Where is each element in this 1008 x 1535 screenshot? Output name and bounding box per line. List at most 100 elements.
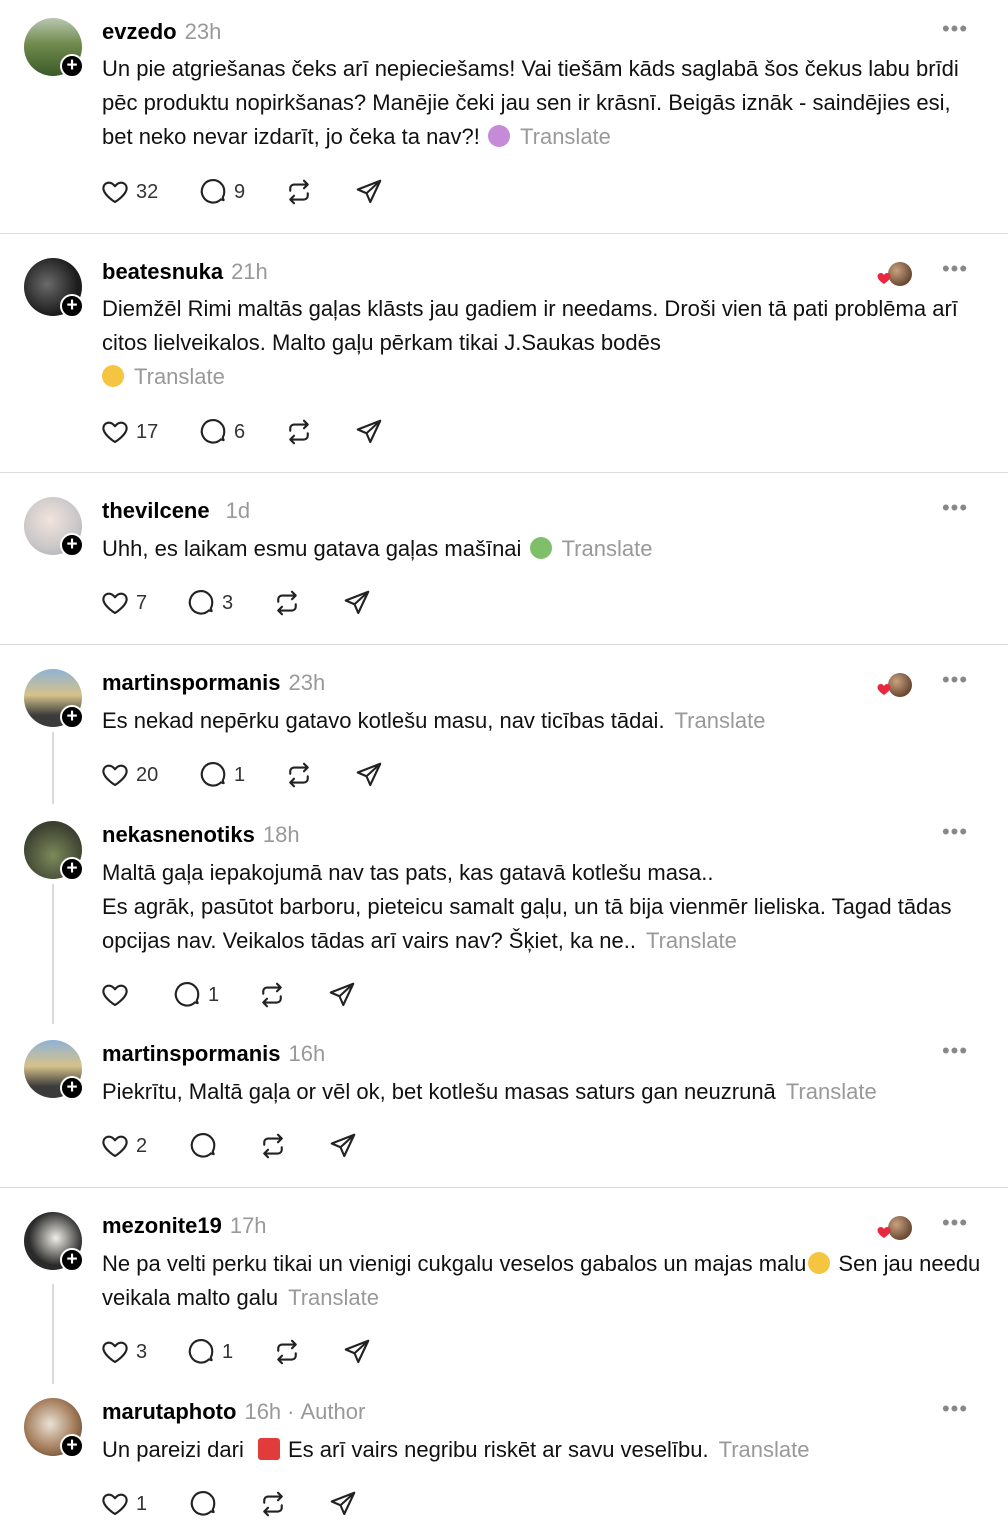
reply-button[interactable] bbox=[188, 1488, 224, 1520]
liked-by-author-indicator bbox=[874, 673, 914, 701]
translate-link[interactable]: Translate bbox=[786, 1079, 877, 1104]
repost-icon bbox=[277, 1339, 297, 1365]
reply-count: 6 bbox=[234, 420, 246, 443]
post-martinspormanis: + martinspormanis 23h ••• Es nekad nepērk… bbox=[0, 651, 1008, 801]
timestamp[interactable]: 16h bbox=[289, 1041, 326, 1066]
like-count: 20 bbox=[136, 763, 159, 786]
reply-button[interactable]: 9 bbox=[198, 176, 245, 208]
repost-button[interactable] bbox=[284, 759, 314, 791]
send-icon bbox=[330, 1491, 356, 1516]
username[interactable]: marutaphoto bbox=[102, 1399, 236, 1424]
reply-button[interactable]: 1 bbox=[172, 979, 219, 1011]
avatar[interactable]: + bbox=[24, 497, 84, 557]
like-button[interactable]: 3 bbox=[100, 1336, 147, 1368]
avatar[interactable]: + bbox=[24, 669, 84, 729]
username[interactable]: martinspormanis bbox=[102, 1041, 281, 1066]
avatar[interactable]: + bbox=[24, 821, 84, 881]
translate-link[interactable]: Translate bbox=[562, 536, 653, 561]
comment-icon bbox=[200, 762, 226, 787]
follow-plus-icon[interactable]: + bbox=[60, 1248, 84, 1272]
send-icon bbox=[330, 1133, 356, 1158]
username[interactable]: beatesnuka bbox=[102, 259, 223, 284]
timestamp[interactable]: 18h bbox=[263, 822, 300, 847]
reply-button[interactable] bbox=[188, 1130, 224, 1162]
like-button[interactable]: 32 bbox=[100, 176, 158, 208]
person-shrugging-emoji-icon bbox=[488, 125, 511, 147]
repost-button[interactable] bbox=[257, 979, 287, 1011]
like-button[interactable]: 20 bbox=[100, 759, 158, 791]
avatar[interactable]: + bbox=[24, 1398, 84, 1458]
username[interactable]: nekasnenotiks bbox=[102, 822, 255, 847]
translate-link[interactable]: Translate bbox=[134, 364, 225, 389]
translate-link[interactable]: Translate bbox=[520, 124, 611, 149]
repost-button[interactable] bbox=[272, 1336, 302, 1368]
username[interactable]: thevilcene bbox=[102, 498, 210, 523]
avatar[interactable]: + bbox=[24, 1040, 84, 1100]
repost-button[interactable] bbox=[272, 587, 302, 619]
divider bbox=[0, 644, 1008, 645]
follow-plus-icon[interactable]: + bbox=[60, 1434, 84, 1458]
follow-plus-icon[interactable]: + bbox=[60, 533, 84, 557]
more-options-icon[interactable]: ••• bbox=[938, 1040, 972, 1068]
more-options-icon[interactable]: ••• bbox=[938, 18, 972, 46]
timestamp[interactable]: 16h bbox=[244, 1399, 281, 1424]
follow-plus-icon[interactable]: + bbox=[60, 54, 84, 78]
username[interactable]: martinspormanis bbox=[102, 670, 281, 695]
repost-button[interactable] bbox=[284, 416, 314, 448]
reply-button[interactable]: 1 bbox=[186, 1336, 233, 1368]
share-button[interactable] bbox=[354, 759, 384, 791]
translate-link[interactable]: Translate bbox=[719, 1437, 810, 1462]
translate-link[interactable]: Translate bbox=[675, 708, 766, 733]
send-icon bbox=[356, 179, 382, 204]
reply-button[interactable]: 6 bbox=[198, 416, 245, 448]
username[interactable]: mezonite19 bbox=[102, 1213, 222, 1238]
avatar[interactable]: + bbox=[24, 18, 84, 78]
like-button[interactable]: 7 bbox=[100, 587, 147, 619]
reply-button[interactable]: 3 bbox=[186, 587, 233, 619]
share-button[interactable] bbox=[327, 979, 357, 1011]
follow-plus-icon[interactable]: + bbox=[60, 1076, 84, 1100]
more-options-icon[interactable]: ••• bbox=[938, 821, 972, 849]
repost-icon bbox=[263, 1491, 283, 1517]
timestamp[interactable]: 17h bbox=[230, 1213, 267, 1238]
post-martinspormanis-reply: + martinspormanis 16h ••• Piekrītu, Maltā… bbox=[0, 1022, 1008, 1188]
share-button[interactable] bbox=[342, 587, 372, 619]
like-button[interactable]: 17 bbox=[100, 416, 158, 448]
post-text: Diemžēl Rimi maltās gaļas klāsts jau gad… bbox=[102, 296, 958, 389]
timestamp[interactable]: 23h bbox=[185, 19, 222, 44]
follow-plus-icon[interactable]: + bbox=[60, 294, 84, 318]
share-button[interactable] bbox=[328, 1488, 358, 1520]
like-button[interactable] bbox=[100, 979, 136, 1011]
reply-button[interactable]: 1 bbox=[198, 759, 245, 791]
more-options-icon[interactable]: ••• bbox=[938, 258, 972, 286]
share-button[interactable] bbox=[342, 1336, 372, 1368]
more-options-icon[interactable]: ••• bbox=[938, 497, 972, 525]
repost-button[interactable] bbox=[284, 176, 314, 208]
liked-by-author-indicator bbox=[874, 262, 914, 290]
heart-icon bbox=[102, 592, 128, 615]
like-count: 17 bbox=[136, 420, 159, 443]
reply-count: 9 bbox=[234, 180, 246, 203]
translate-link[interactable]: Translate bbox=[646, 928, 737, 953]
more-options-icon[interactable]: ••• bbox=[938, 1212, 972, 1240]
post-text: Uhh, es laikam esmu gatava gaļas mašīnai… bbox=[102, 536, 653, 561]
red-heart-icon bbox=[877, 273, 891, 284]
like-button[interactable]: 2 bbox=[100, 1130, 147, 1162]
username[interactable]: evzedo bbox=[102, 19, 177, 44]
more-options-icon[interactable]: ••• bbox=[938, 669, 972, 697]
avatar[interactable]: + bbox=[24, 258, 84, 318]
timestamp[interactable]: 21h bbox=[231, 259, 268, 284]
translate-link[interactable]: Translate bbox=[288, 1285, 379, 1310]
share-button[interactable] bbox=[354, 416, 384, 448]
follow-plus-icon[interactable]: + bbox=[60, 857, 84, 881]
share-button[interactable] bbox=[354, 176, 384, 208]
timestamp[interactable]: 23h bbox=[289, 670, 326, 695]
share-button[interactable] bbox=[328, 1130, 358, 1162]
timestamp[interactable]: 1d bbox=[226, 498, 250, 523]
like-button[interactable]: 1 bbox=[100, 1488, 147, 1520]
avatar[interactable]: + bbox=[24, 1212, 84, 1272]
repost-button[interactable] bbox=[258, 1488, 288, 1520]
follow-plus-icon[interactable]: + bbox=[60, 705, 84, 729]
repost-button[interactable] bbox=[258, 1130, 288, 1162]
more-options-icon[interactable]: ••• bbox=[938, 1398, 972, 1426]
